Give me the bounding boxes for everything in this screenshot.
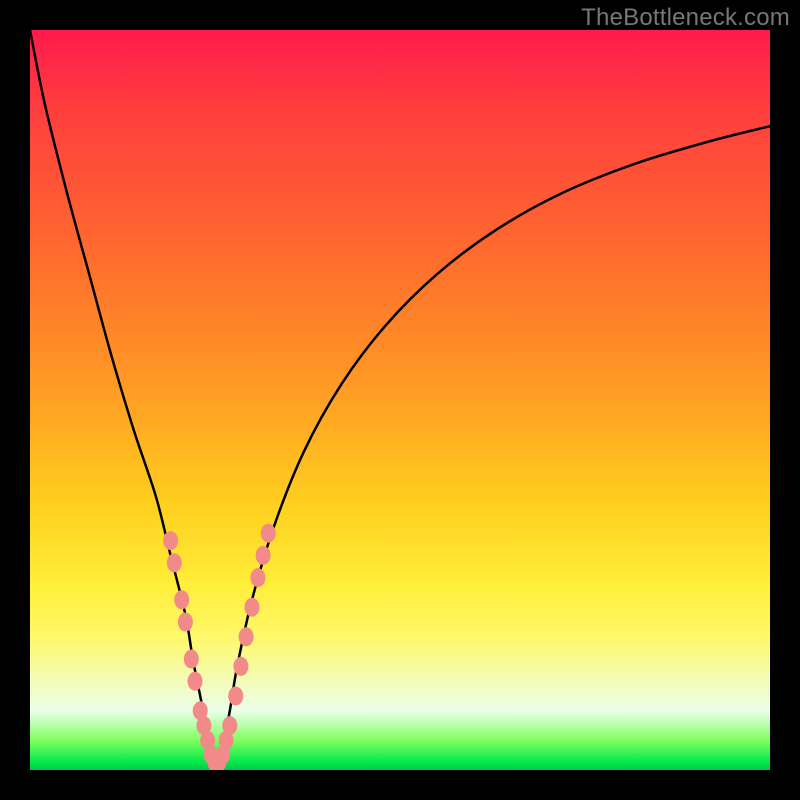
highlight-dots [163, 524, 276, 770]
highlight-dot [188, 672, 203, 691]
watermark-text: TheBottleneck.com [581, 4, 790, 32]
highlight-dot [228, 687, 243, 706]
highlight-dot [239, 627, 254, 646]
highlight-dot [256, 546, 271, 565]
highlight-dot [233, 657, 248, 676]
highlight-dot [261, 524, 276, 543]
highlight-dot [174, 590, 189, 609]
highlight-dot [222, 716, 237, 735]
highlight-dot [163, 531, 178, 550]
bottleneck-curve [30, 30, 770, 770]
highlight-dot [184, 650, 199, 669]
highlight-dot [245, 598, 260, 617]
highlight-dot [167, 553, 182, 572]
highlight-dot [178, 613, 193, 632]
chart-frame: TheBottleneck.com [0, 0, 800, 800]
highlight-dot [250, 568, 265, 587]
plot-area [30, 30, 770, 770]
curve-svg [30, 30, 770, 770]
